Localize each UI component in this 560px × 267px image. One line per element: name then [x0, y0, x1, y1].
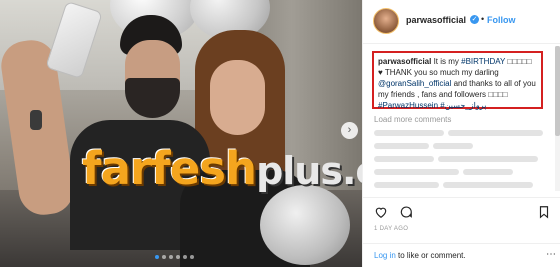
carousel-dot: [169, 255, 173, 259]
post-photo[interactable]: farfeshplus.com ›: [0, 0, 362, 267]
carousel-dot: [183, 255, 187, 259]
post-footer: Log in to like or comment. ⋯: [363, 243, 560, 267]
balloon: [260, 185, 350, 265]
site-watermark: farfeshplus.com: [82, 146, 362, 191]
blurred-comment: [374, 156, 434, 162]
hashtag-link[interactable]: #ParwazHussein: [378, 101, 438, 110]
caption-emojis: □□□□: [488, 90, 508, 99]
login-prompt-text: to like or comment.: [395, 251, 466, 260]
verified-badge-icon: ✓: [470, 15, 479, 24]
carousel-indicator: [155, 255, 194, 259]
carousel-dot: [190, 255, 194, 259]
watermark-part2: plus.com: [256, 149, 362, 193]
blurred-comment: [463, 169, 513, 175]
chevron-right-icon: ›: [347, 124, 352, 136]
tattoo: [30, 110, 42, 130]
watermark-part1: farfesh: [82, 142, 257, 195]
separator-dot: •: [481, 14, 485, 24]
heart-icon[interactable]: [374, 205, 388, 219]
blurred-comment: [433, 143, 473, 149]
instagram-post: farfeshplus.com › parwasofficial ✓ • Fol…: [0, 0, 560, 267]
post-side-panel: parwasofficial ✓ • Follow parwasofficial…: [362, 0, 560, 267]
post-header: parwasofficial ✓ • Follow: [363, 0, 560, 44]
comment-icon[interactable]: [399, 205, 413, 219]
next-image-button[interactable]: ›: [341, 122, 358, 139]
mention-link[interactable]: @goranSalih_official: [378, 79, 451, 88]
post-caption: parwasofficial It is my #BIRTHDAY □□□□□ …: [372, 51, 543, 110]
blurred-comment: [374, 182, 439, 188]
post-timestamp: 1 DAY AGO: [374, 226, 409, 232]
blurred-comment: [448, 130, 543, 136]
post-actions: [363, 197, 560, 221]
follow-button[interactable]: Follow: [487, 15, 516, 25]
comments-scrollbar[interactable]: [555, 46, 560, 191]
hashtag-link[interactable]: #پرواز_حسین: [438, 101, 486, 110]
load-more-comments-button[interactable]: Load more comments: [374, 115, 451, 124]
author-username[interactable]: parwasofficial: [406, 15, 466, 25]
caption-text: It is my: [431, 57, 462, 66]
blurred-comment: [438, 156, 538, 162]
carousel-dot: [155, 255, 159, 259]
bookmark-icon[interactable]: [537, 205, 551, 219]
blurred-comment: [374, 169, 459, 175]
blurred-comment: [374, 143, 429, 149]
blurred-comment: [374, 130, 444, 136]
scrollbar-thumb[interactable]: [555, 46, 560, 136]
woman-face: [210, 60, 265, 135]
caption-emojis: □□□□□: [505, 57, 532, 66]
caption-text: ♥ THANK you so much my darling: [378, 68, 499, 77]
login-prompt: Log in to like or comment.: [374, 251, 466, 260]
login-link[interactable]: Log in: [374, 251, 396, 260]
more-options-icon[interactable]: ⋯: [546, 249, 556, 260]
caption-username[interactable]: parwasofficial: [378, 57, 431, 66]
blurred-comment: [443, 182, 533, 188]
carousel-dot: [162, 255, 166, 259]
hashtag-link[interactable]: #BIRTHDAY: [461, 57, 505, 66]
carousel-dot: [176, 255, 180, 259]
man-beard: [125, 78, 180, 118]
avatar[interactable]: [373, 8, 399, 34]
